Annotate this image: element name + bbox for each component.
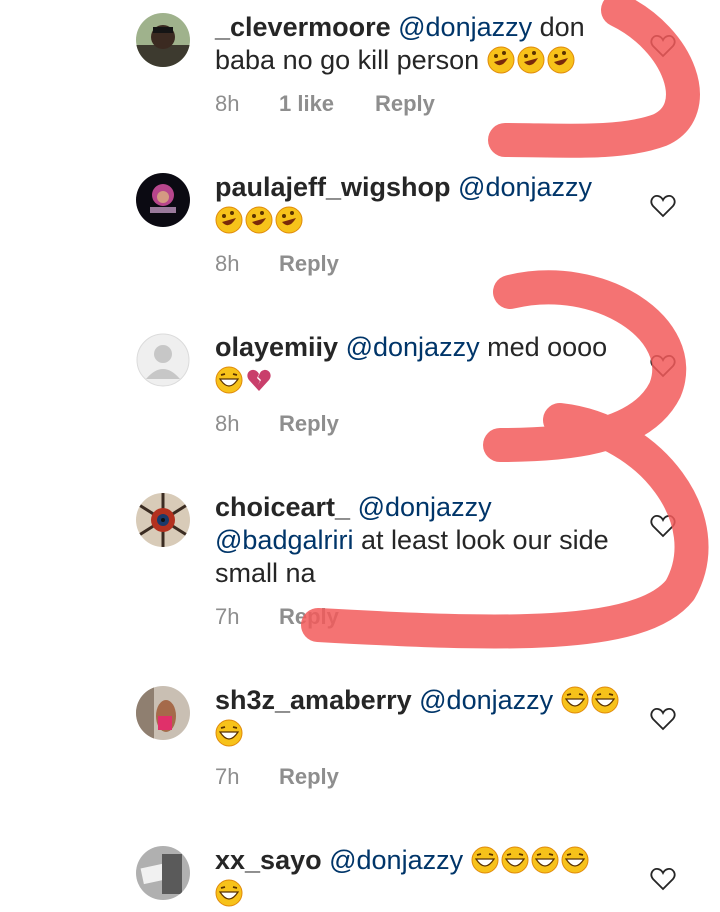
mention-link[interactable]: @donjazzy (419, 685, 553, 715)
heart-outline-icon[interactable] (650, 194, 676, 218)
comment-text: paulajeff_wigshop @donjazzy (215, 171, 635, 237)
avatar[interactable] (136, 686, 190, 740)
mention-link[interactable]: @donjazzy (329, 845, 463, 875)
comment-text: xx_sayo @donjazzy (215, 844, 635, 910)
mention-link[interactable]: @badgalriri (215, 525, 353, 555)
grinning-squint-emoji (215, 366, 243, 394)
heart-outline-icon[interactable] (650, 34, 676, 58)
comment-text-fragment: baba no go kill person (215, 45, 480, 75)
comment-meta: 7h Reply (215, 604, 339, 630)
rofl-emoji (517, 46, 545, 74)
mention-link[interactable]: @donjazzy (358, 492, 492, 522)
reply-button[interactable]: Reply (279, 411, 339, 437)
avatar[interactable] (136, 493, 190, 547)
rofl-emoji (275, 206, 303, 234)
comment-text: choiceart_ @donjazzy @badgalriri at leas… (215, 491, 635, 590)
rofl-emoji (215, 206, 243, 234)
comment-likes[interactable]: 1 like (279, 91, 375, 117)
grinning-squint-emoji (215, 719, 243, 747)
avatar[interactable] (136, 13, 190, 67)
comments-screen: _clevermoore @donjazzy don baba no go ki… (0, 0, 720, 912)
rofl-emoji (547, 46, 575, 74)
avatar-placeholder-icon[interactable] (136, 333, 190, 387)
heart-outline-icon[interactable] (650, 514, 676, 538)
comment-meta: 8h Reply (215, 251, 339, 277)
comment-username[interactable]: xx_sayo (215, 845, 322, 875)
comment-username[interactable]: choiceart_ (215, 492, 350, 522)
grinning-squint-emoji (531, 846, 559, 874)
grinning-squint-emoji (501, 846, 529, 874)
grinning-squint-emoji (561, 686, 589, 714)
rofl-emoji (245, 206, 273, 234)
broken-heart-emoji (245, 366, 273, 394)
mention-link[interactable]: @donjazzy (458, 172, 592, 202)
comment-time: 8h (215, 251, 240, 276)
avatar[interactable] (136, 173, 190, 227)
reply-button[interactable]: Reply (375, 91, 435, 117)
comment-text: _clevermoore @donjazzy don baba no go ki… (215, 11, 635, 77)
reply-button[interactable]: Reply (279, 604, 339, 630)
reply-button[interactable]: Reply (279, 251, 339, 277)
comment-username[interactable]: sh3z_amaberry (215, 685, 412, 715)
comment-meta: 8h Reply (215, 411, 339, 437)
grinning-squint-emoji (561, 846, 589, 874)
comment-text: olayemiiy @donjazzy med oooo (215, 331, 635, 397)
comment-time: 8h (215, 91, 240, 116)
comment-time: 8h (215, 411, 240, 436)
handdrawn-annotation (301, 0, 709, 649)
mention-link[interactable]: @donjazzy (346, 332, 480, 362)
comment-meta: 7h Reply (215, 764, 339, 790)
comment-time: 7h (215, 764, 240, 789)
comment-username[interactable]: paulajeff_wigshop (215, 172, 451, 202)
comment-text-fragment: med oooo (479, 332, 608, 362)
grinning-squint-emoji (471, 846, 499, 874)
grinning-squint-emoji (215, 879, 243, 907)
heart-outline-icon[interactable] (650, 354, 676, 378)
comment-text-fragment: small na (215, 558, 316, 588)
comment-username[interactable]: _clevermoore (215, 12, 391, 42)
heart-outline-icon[interactable] (650, 707, 676, 731)
comment-meta: 8h 1 like Reply (215, 91, 435, 117)
rofl-emoji (487, 46, 515, 74)
comment-time: 7h (215, 604, 240, 629)
comment-text-fragment: don (532, 12, 585, 42)
grinning-squint-emoji (591, 686, 619, 714)
comment-username[interactable]: olayemiiy (215, 332, 338, 362)
comment-text-fragment: at least look our side (353, 525, 609, 555)
avatar[interactable] (136, 846, 190, 900)
comment-text: sh3z_amaberry @donjazzy (215, 684, 635, 750)
heart-outline-icon[interactable] (650, 867, 676, 891)
mention-link[interactable]: @donjazzy (398, 12, 532, 42)
reply-button[interactable]: Reply (279, 764, 339, 790)
